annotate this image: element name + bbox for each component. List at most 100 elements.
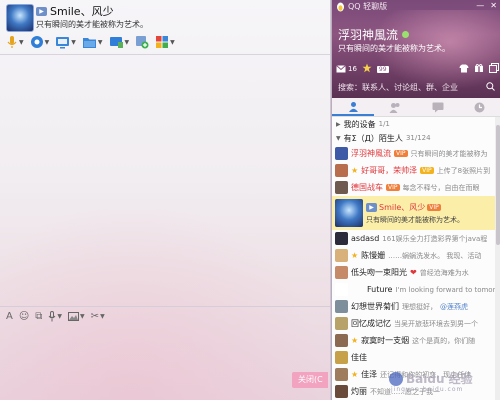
- contact-name: 浮羽神風流: [351, 149, 391, 158]
- remote-desktop-button[interactable]: ▼: [107, 34, 132, 50]
- chevron-down-icon[interactable]: ▼: [170, 39, 175, 46]
- contact-avatar: [335, 368, 348, 381]
- send-file-button[interactable]: ▼: [80, 34, 105, 50]
- pages-icon: [489, 63, 499, 73]
- chevron-down-icon[interactable]: ▼: [80, 313, 85, 320]
- search-placeholder: 搜索：联系人、讨论组、群、企业: [338, 82, 458, 92]
- badge-99-button[interactable]: 99: [376, 65, 389, 73]
- qq-header: QQ 轻聊版 — ✕ 浮羽神風流 只有瞬间的美才能被称为艺术。 16 99 搜索…: [332, 0, 500, 98]
- contact-avatar: [335, 164, 348, 177]
- contact-item[interactable]: ★ 陈慢姗 ……蜗蜗洗发水。 我现、活动: [332, 247, 495, 264]
- contact-signature: 当吴开旅悲环境去到男一个: [394, 319, 478, 328]
- contact-item[interactable]: 浮羽神風流 VIP 只有瞬间的美才能被称为: [332, 145, 495, 162]
- voice-message-button[interactable]: ▼: [48, 311, 62, 322]
- contact-search-input[interactable]: 搜索：联系人、讨论组、群、企业: [334, 80, 499, 94]
- close-button[interactable]: 关闭(C: [292, 372, 328, 388]
- contact-signature: 只有瞬间的美才能被称为艺术。: [366, 215, 464, 224]
- chevron-down-icon[interactable]: ▼: [57, 313, 62, 320]
- contact-item[interactable]: 德国战车 VIP 每念不释兮，自由在而眼: [332, 179, 495, 196]
- contact-avatar: [335, 199, 363, 227]
- contact-name[interactable]: Smile、风少: [50, 3, 114, 19]
- gift-button[interactable]: [474, 63, 484, 75]
- skin-button[interactable]: [459, 64, 469, 75]
- contact-item[interactable]: Future I'm looking forward to tomorrow: [332, 281, 495, 298]
- contact-name: 佳佳: [351, 353, 367, 362]
- video-call-button[interactable]: ▼: [28, 34, 52, 50]
- emoji-button[interactable]: ☺: [19, 311, 29, 322]
- contact-name: 寂寞时一支烟: [361, 336, 410, 345]
- contact-avatar: [335, 249, 348, 262]
- contact-item[interactable]: 幻想世界菊们 理想挺好， @莲燕虎: [332, 298, 495, 315]
- contact-name: 佳泽: [361, 370, 378, 379]
- tab-group-chat[interactable]: [417, 98, 459, 116]
- heart-icon: ❤: [410, 268, 417, 277]
- contact-signature: ……蜗蜗洗发水。 我现、活动: [388, 251, 482, 260]
- pages-button[interactable]: [489, 63, 499, 75]
- image-button[interactable]: ▼: [68, 312, 85, 321]
- chevron-down-icon[interactable]: ▼: [100, 313, 105, 320]
- search-icon[interactable]: [486, 81, 495, 93]
- contact-signature: 这个是真的，你们随: [412, 336, 476, 345]
- contact-item[interactable]: 低头吻一束阳光 ❤ 曾经沧海难为水: [332, 264, 495, 281]
- microphone-icon: [7, 36, 17, 48]
- vip-badge: VIP: [420, 167, 434, 174]
- space-button[interactable]: [362, 63, 372, 75]
- scrollbar-thumb[interactable]: [496, 125, 500, 245]
- clock-icon: [474, 102, 485, 112]
- contact-item[interactable]: ★ 寂寞时一支烟 这个是真的，你们随: [332, 332, 495, 349]
- group-my-devices[interactable]: ▶ 我的设备 1/1: [332, 117, 495, 131]
- contact-item[interactable]: ★ 好哥哥，荣帅泽 VIP 上传了8张照片到: [332, 162, 495, 179]
- shake-button[interactable]: ⧉: [35, 311, 42, 322]
- chevron-down-icon[interactable]: ▼: [125, 39, 130, 46]
- my-nickname[interactable]: 浮羽神風流: [338, 26, 398, 43]
- screenshot-button[interactable]: ✂ ▼: [91, 311, 105, 322]
- vip-badge: VIP: [386, 184, 400, 191]
- shake-icon: ⧉: [35, 311, 43, 322]
- chevron-down-icon[interactable]: ▼: [45, 39, 50, 46]
- voice-message-icon: [49, 311, 56, 322]
- contact-signature: 上传了8张照片到: [436, 166, 491, 175]
- screenshot-scissors-icon: ✂: [90, 311, 100, 322]
- mail-button[interactable]: 16: [336, 65, 357, 73]
- video-status-icon: ▶: [36, 6, 47, 16]
- font-button[interactable]: A: [6, 311, 13, 322]
- tab-recent[interactable]: [459, 98, 500, 116]
- chevron-down-icon[interactable]: ▼: [71, 39, 76, 46]
- qq-main-panel: QQ 轻聊版 — ✕ 浮羽神風流 只有瞬间的美才能被称为艺术。 16 99 搜索…: [331, 0, 500, 400]
- minimize-icon[interactable]: —: [476, 1, 484, 10]
- qq-status-toolbar: 16 99: [336, 62, 499, 76]
- selected-contact-info: ▶ Smile、风少 VIP 只有瞬间的美才能被称为艺术。: [366, 202, 464, 225]
- contact-list-scrollbar[interactable]: [495, 117, 500, 400]
- gift-icon: [475, 64, 483, 72]
- voice-call-button[interactable]: ▼: [4, 34, 26, 50]
- online-status-icon[interactable]: [402, 31, 410, 38]
- message-history[interactable]: [0, 55, 330, 305]
- chevron-down-icon[interactable]: ▼: [98, 39, 103, 46]
- contact-item[interactable]: 佳佳: [332, 349, 495, 366]
- screen-share-button[interactable]: ▼: [53, 34, 78, 50]
- tab-friends[interactable]: [374, 98, 416, 116]
- watermark-text: Baidu 经验: [406, 372, 473, 386]
- group-strangers[interactable]: ▼ 有Σ（Д）陌生人 31/124: [332, 131, 495, 145]
- contact-name: 回忆成记忆: [351, 319, 391, 328]
- contact-avatar[interactable]: [6, 4, 34, 32]
- tab-contacts[interactable]: [332, 98, 375, 116]
- chat-toolbar: ▼ ▼ ▼ ▼ ▼ ▼: [4, 34, 177, 50]
- app-title: QQ 轻聊版: [348, 2, 388, 11]
- message-input[interactable]: [0, 327, 330, 367]
- my-signature[interactable]: 只有瞬间的美才能被称为艺术。: [338, 43, 450, 54]
- apps-button[interactable]: ▼: [153, 34, 177, 50]
- chevron-down-icon: ▼: [336, 134, 341, 142]
- chevron-down-icon[interactable]: ▼: [19, 39, 24, 46]
- mail-icon: [336, 65, 346, 73]
- contact-item[interactable]: 回忆成记忆 当吴开旅悲环境去到男一个: [332, 315, 495, 332]
- add-app-button[interactable]: [133, 34, 151, 50]
- contact-item-selected[interactable]: ▶ Smile、风少 VIP 只有瞬间的美才能被称为艺术。: [332, 196, 495, 230]
- contact-signature: 曾经沧海难为水: [419, 268, 469, 277]
- contact-item[interactable]: asdasd 161娱乐全力打造彩界第个java程: [332, 230, 495, 247]
- baidu-watermark: Baidu 经验: [389, 370, 473, 387]
- person-icon: [348, 101, 358, 112]
- close-icon[interactable]: ✕: [490, 1, 497, 10]
- group-count: 31/124: [405, 134, 431, 142]
- window-controls: — ✕: [476, 1, 497, 10]
